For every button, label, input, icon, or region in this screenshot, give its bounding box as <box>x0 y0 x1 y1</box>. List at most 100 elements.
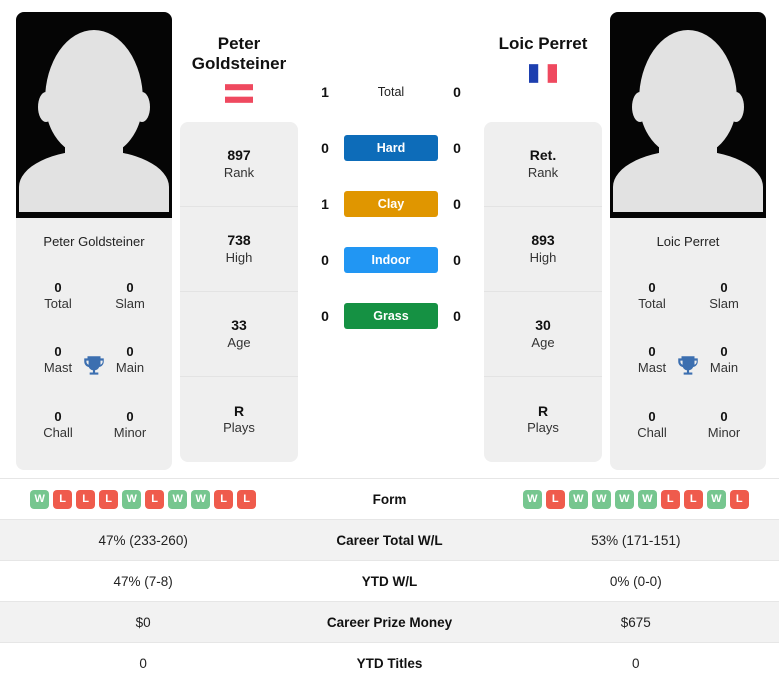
right-value: 0 <box>492 642 779 684</box>
avatar-ear-right <box>728 92 744 122</box>
form-badge-left-1[interactable]: L <box>53 489 73 509</box>
right-value: 0% (0-0) <box>492 560 779 602</box>
right-player-card[interactable]: Loic Perret 0 Total 0 Slam 0 Mast 0 Main… <box>610 12 766 470</box>
stat-value: 33 <box>231 317 247 334</box>
form-badge-right-3[interactable]: W <box>591 489 611 509</box>
h2h-left-score: 0 <box>321 308 329 324</box>
left-player-name-caption: Peter Goldsteiner <box>43 234 145 249</box>
avatar-ear-right <box>134 92 150 122</box>
title-value: 0 <box>54 408 62 424</box>
stat-row-high: 893 High <box>484 207 602 292</box>
h2h-surface-label-indoor[interactable]: Indoor <box>344 247 438 273</box>
h2h-row-clay: 1 Clay 0 <box>306 176 476 232</box>
avatar-head-shape <box>45 30 143 156</box>
h2h-surface-label-clay[interactable]: Clay <box>344 191 438 217</box>
title-label: Chall <box>43 424 73 440</box>
title-label: Slam <box>115 296 145 312</box>
right-form-strip: WLWWWWLLWL <box>493 489 779 509</box>
left-form-strip: WLLLWLWWLL <box>0 489 286 509</box>
h2h-left-score: 0 <box>321 140 329 156</box>
left-value: 47% (233-260) <box>0 519 287 561</box>
row-label: YTD W/L <box>286 560 493 602</box>
right-player-name: Loic Perret <box>498 34 588 53</box>
form-badge-right-1[interactable]: L <box>545 489 565 509</box>
stat-label: High <box>225 249 253 265</box>
left-player-name-line2: Goldsteiner <box>191 54 287 74</box>
stat-row-high: 738 High <box>180 207 298 292</box>
title-cell: 0 Chall <box>22 394 94 456</box>
form-badge-left-3[interactable]: L <box>99 489 119 509</box>
title-cell: 0 Minor <box>94 394 166 456</box>
h2h-surface-label-grass[interactable]: Grass <box>344 303 438 329</box>
avatar-body-shape <box>613 150 763 212</box>
left-form-cell: WLLLWLWWLL <box>0 478 287 520</box>
h2h-surface-label-hard[interactable]: Hard <box>344 135 438 161</box>
title-value: 0 <box>126 408 134 424</box>
form-badge-right-9[interactable]: L <box>729 489 749 509</box>
stat-label: Age <box>531 334 555 350</box>
table-row-ytd-titles: 0 YTD Titles 0 <box>0 642 779 684</box>
form-badge-left-8[interactable]: L <box>214 489 234 509</box>
right-player-heading: Loic Perret <box>484 12 602 122</box>
left-value: 0 <box>0 642 287 684</box>
form-badge-left-5[interactable]: L <box>145 489 165 509</box>
right-value: 53% (171-151) <box>492 519 779 561</box>
form-badge-left-9[interactable]: L <box>237 489 257 509</box>
title-label: Total <box>638 296 666 312</box>
form-badge-left-7[interactable]: W <box>191 489 211 509</box>
h2h-right-score: 0 <box>453 252 461 268</box>
title-cell: 0 Total <box>616 265 688 327</box>
stat-label: Plays <box>223 420 255 436</box>
title-cell: 0 Slam <box>94 265 166 327</box>
stat-value: R <box>537 402 549 419</box>
stat-row-age: 33 Age <box>180 292 298 377</box>
avatar-head-shape <box>639 30 737 156</box>
form-badge-right-7[interactable]: L <box>683 489 703 509</box>
title-value: 0 <box>720 279 728 295</box>
form-badge-left-0[interactable]: W <box>30 489 50 509</box>
form-badge-right-4[interactable]: W <box>614 489 634 509</box>
right-player-stats-column: Loic Perret Ret. Rank 893 High 30 Age R <box>484 12 602 462</box>
form-badge-left-4[interactable]: W <box>122 489 142 509</box>
france-flag-icon <box>529 64 557 83</box>
stat-value: 897 <box>227 147 251 164</box>
title-label: Chall <box>637 424 667 440</box>
form-badge-right-8[interactable]: W <box>706 489 726 509</box>
h2h-right-score: 0 <box>453 84 461 100</box>
h2h-surface-label-total: Total <box>377 85 405 99</box>
right-player-stat-card: Ret. Rank 893 High 30 Age R Plays <box>484 122 602 462</box>
right-form-cell: WLWWWWLLWL <box>492 478 779 520</box>
form-badge-left-6[interactable]: W <box>168 489 188 509</box>
h2h-left-score: 0 <box>321 252 329 268</box>
form-badge-right-0[interactable]: W <box>522 489 542 509</box>
row-label: YTD Titles <box>286 642 493 684</box>
head-to-head-surfaces: 1 Total 0 0 Hard 0 1 Clay 0 0 Indoor 0 0… <box>306 12 476 344</box>
left-player-titles-grid: 0 Total 0 Slam 0 Mast 0 Main 0 Chall 0 M… <box>16 261 172 470</box>
form-badge-left-2[interactable]: L <box>76 489 96 509</box>
table-row-ytd-wl: 47% (7-8) YTD W/L 0% (0-0) <box>0 560 779 602</box>
table-row-form: WLLLWLWWLL Form WLWWWWLLWL <box>0 478 779 520</box>
player-comparison-header: Peter Goldsteiner 0 Total 0 Slam 0 Mast … <box>0 0 779 470</box>
form-badge-right-6[interactable]: L <box>660 489 680 509</box>
title-label: Minor <box>113 424 147 440</box>
comparison-table: WLLLWLWWLL Form WLWWWWLLWL 47% (233-260)… <box>0 478 779 684</box>
table-row-career-prize-money: $0 Career Prize Money $675 <box>0 601 779 643</box>
stat-value: 30 <box>535 317 551 334</box>
row-label: Career Total W/L <box>286 519 493 561</box>
left-player-card[interactable]: Peter Goldsteiner 0 Total 0 Slam 0 Mast … <box>16 12 172 470</box>
left-player-stats-column: Peter Goldsteiner 897 Rank 738 High 33 A… <box>180 12 298 462</box>
stat-row-plays: R Plays <box>484 377 602 462</box>
left-value: $0 <box>0 601 287 643</box>
h2h-left-score: 1 <box>321 196 329 212</box>
title-value: 0 <box>648 408 656 424</box>
left-player-name-line1: Peter <box>217 34 261 53</box>
left-player-avatar <box>16 12 172 218</box>
stat-row-rank: 897 Rank <box>180 122 298 207</box>
stat-row-rank: Ret. Rank <box>484 122 602 207</box>
form-badge-right-2[interactable]: W <box>568 489 588 509</box>
title-cell: 0 Chall <box>616 394 688 456</box>
title-cell: 0 Minor <box>688 394 760 456</box>
stat-label: High <box>529 249 557 265</box>
form-badge-right-5[interactable]: W <box>637 489 657 509</box>
stat-row-plays: R Plays <box>180 377 298 462</box>
